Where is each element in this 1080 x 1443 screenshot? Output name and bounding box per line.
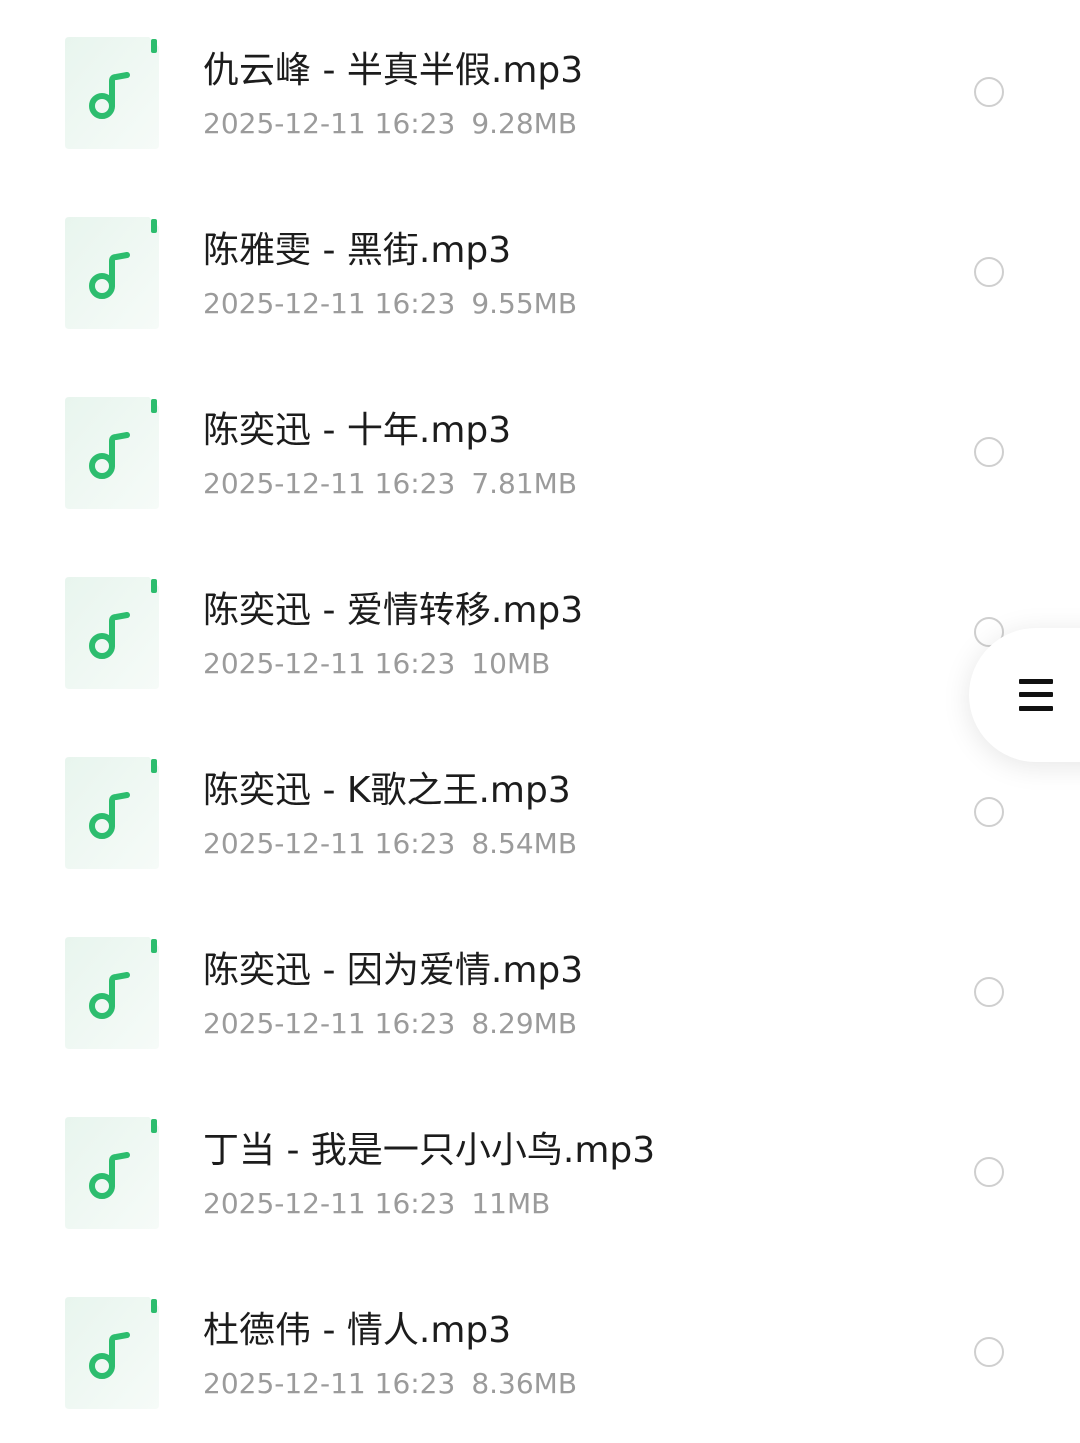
file-name: 仇云峰 - 半真半假.mp3	[203, 50, 584, 91]
file-row[interactable]: 丁当 - 我是一只小小鸟.mp3 2025-12-11 16:23 11MB	[0, 1083, 1080, 1263]
file-meta: 2025-12-11 16:23 9.55MB	[203, 286, 577, 322]
file-size: 7.81MB	[471, 467, 578, 500]
music-file-icon	[65, 37, 159, 149]
file-row[interactable]: 陈奕迅 - 因为爱情.mp3 2025-12-11 16:23 8.29MB	[0, 903, 1080, 1083]
file-date: 2025-12-11 16:23	[203, 827, 456, 860]
file-size: 8.29MB	[471, 1007, 578, 1040]
file-meta: 2025-12-11 16:23 10MB	[203, 646, 550, 682]
file-meta: 2025-12-11 16:23 8.54MB	[203, 826, 577, 862]
music-file-icon	[65, 1117, 159, 1229]
select-radio-button[interactable]	[974, 437, 1004, 467]
music-file-icon	[65, 397, 159, 509]
file-row[interactable]: 杜德伟 - 情人.mp3 2025-12-11 16:23 8.36MB	[0, 1263, 1080, 1443]
file-size: 8.54MB	[471, 827, 578, 860]
file-meta: 2025-12-11 16:23 9.28MB	[203, 106, 577, 142]
select-radio-button[interactable]	[974, 1337, 1004, 1367]
select-radio-button[interactable]	[974, 1157, 1004, 1187]
file-date: 2025-12-11 16:23	[203, 647, 456, 680]
file-list: 仇云峰 - 半真半假.mp3 2025-12-11 16:23 9.28MB 陈雅…	[0, 3, 1080, 1443]
file-date: 2025-12-11 16:23	[203, 467, 456, 500]
file-meta: 2025-12-11 16:23 11MB	[203, 1186, 550, 1222]
select-radio-button[interactable]	[974, 77, 1004, 107]
select-radio-button[interactable]	[974, 257, 1004, 287]
file-meta: 2025-12-11 16:23 8.36MB	[203, 1366, 577, 1402]
file-name: 陈雅雯 - 黑街.mp3	[203, 230, 512, 271]
file-size: 8.36MB	[471, 1367, 578, 1400]
file-size: 9.28MB	[471, 107, 578, 140]
music-file-icon	[65, 217, 159, 329]
file-row[interactable]: 陈奕迅 - 爱情转移.mp3 2025-12-11 16:23 10MB	[0, 543, 1080, 723]
select-radio-button[interactable]	[974, 797, 1004, 827]
file-size: 9.55MB	[471, 287, 578, 320]
file-date: 2025-12-11 16:23	[203, 1367, 456, 1400]
file-row[interactable]: 陈奕迅 - K歌之王.mp3 2025-12-11 16:23 8.54MB	[0, 723, 1080, 903]
file-row[interactable]: 陈奕迅 - 十年.mp3 2025-12-11 16:23 7.81MB	[0, 363, 1080, 543]
file-name: 陈奕迅 - K歌之王.mp3	[203, 770, 571, 811]
file-name: 陈奕迅 - 十年.mp3	[203, 410, 512, 451]
file-date: 2025-12-11 16:23	[203, 1007, 456, 1040]
file-name: 陈奕迅 - 爱情转移.mp3	[203, 590, 584, 631]
file-date: 2025-12-11 16:23	[203, 107, 456, 140]
file-row[interactable]: 陈雅雯 - 黑街.mp3 2025-12-11 16:23 9.55MB	[0, 183, 1080, 363]
file-meta: 2025-12-11 16:23 8.29MB	[203, 1006, 577, 1042]
music-file-icon	[65, 577, 159, 689]
file-date: 2025-12-11 16:23	[203, 287, 456, 320]
file-name: 杜德伟 - 情人.mp3	[203, 1310, 512, 1351]
file-date: 2025-12-11 16:23	[203, 1187, 456, 1220]
file-row[interactable]: 仇云峰 - 半真半假.mp3 2025-12-11 16:23 9.28MB	[0, 3, 1080, 183]
music-file-icon	[65, 1297, 159, 1409]
music-file-icon	[65, 937, 159, 1049]
file-name: 陈奕迅 - 因为爱情.mp3	[203, 950, 584, 991]
file-name: 丁当 - 我是一只小小鸟.mp3	[203, 1130, 656, 1171]
file-size: 11MB	[471, 1187, 551, 1220]
select-radio-button[interactable]	[974, 977, 1004, 1007]
music-file-icon	[65, 757, 159, 869]
file-meta: 2025-12-11 16:23 7.81MB	[203, 466, 577, 502]
file-size: 10MB	[471, 647, 551, 680]
hamburger-menu-icon	[1019, 679, 1053, 711]
